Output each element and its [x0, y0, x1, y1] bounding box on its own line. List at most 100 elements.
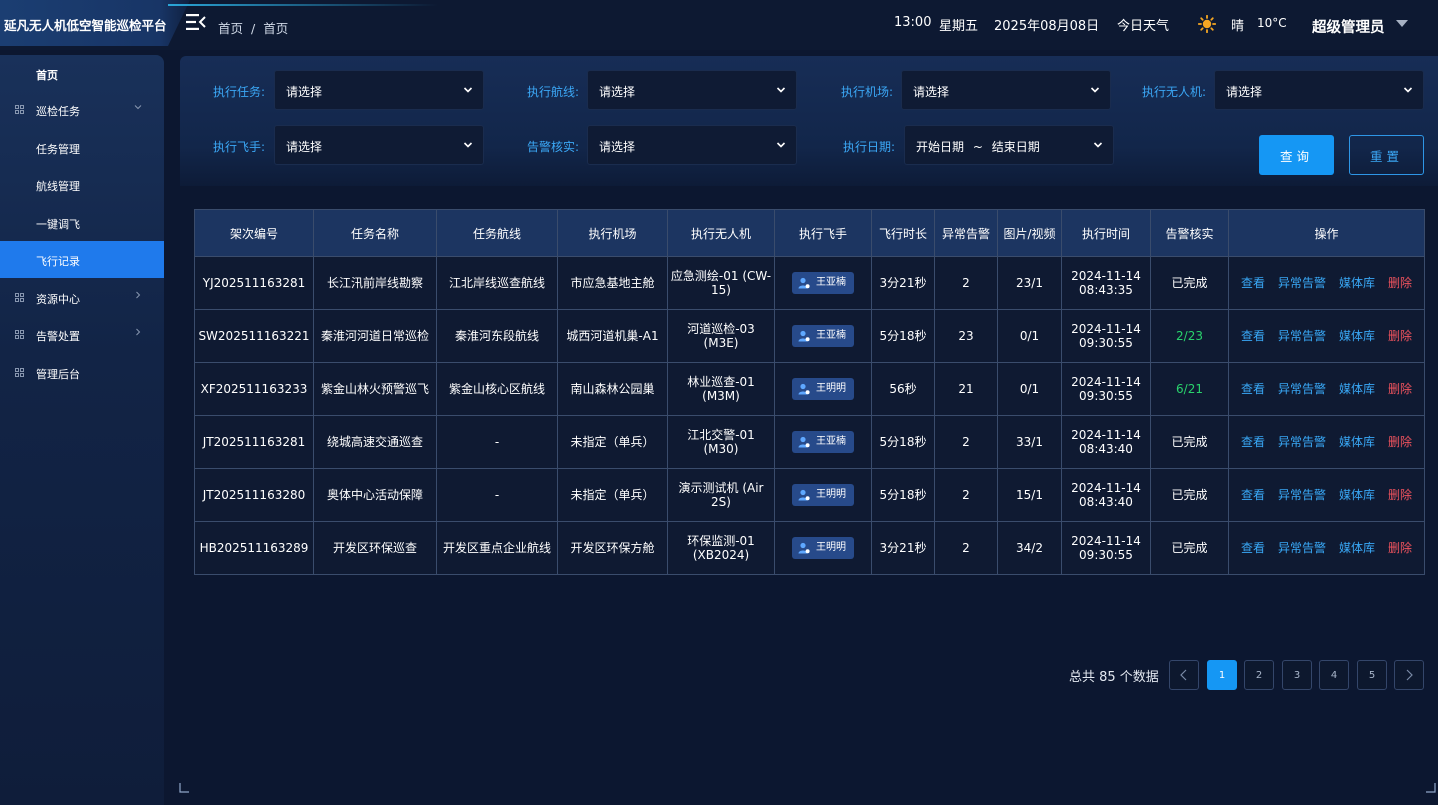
exec-clock: 09:30:55	[1079, 336, 1133, 350]
cell-alarms: 2	[934, 468, 998, 522]
exec-clock: 09:30:55	[1079, 389, 1133, 403]
alarm-link[interactable]: 异常告警	[1278, 329, 1326, 343]
page-button-3[interactable]: 3	[1282, 660, 1312, 690]
table-row[interactable]: YJ202511163281 长江汛前岸线勘察 江北岸线巡查航线 市应急基地主舱 应急测…	[194, 256, 1425, 310]
alarm-link[interactable]: 异常告警	[1278, 435, 1326, 449]
prev-page-button[interactable]	[1169, 660, 1199, 690]
delete-link[interactable]: 删除	[1388, 541, 1412, 555]
cell-verify: 6/21	[1150, 362, 1229, 416]
date: 2025年08月08日	[994, 19, 1100, 34]
sidebar-item-resource-center[interactable]: 资源中心	[0, 279, 164, 316]
chevron-down-icon	[1090, 87, 1100, 93]
table-row[interactable]: XF202511163233 紫金山林火预警巡飞 紫金山核心区航线 南山森林公园巢 林业…	[194, 362, 1425, 416]
reset-button[interactable]: 重置	[1349, 135, 1424, 175]
cell-media: 15/1	[997, 468, 1062, 522]
view-link[interactable]: 查看	[1241, 435, 1265, 449]
delete-link[interactable]: 删除	[1388, 488, 1412, 502]
delete-link[interactable]: 删除	[1388, 329, 1412, 343]
cell-duration: 5分18秒	[871, 309, 935, 363]
view-link[interactable]: 查看	[1241, 488, 1265, 502]
sidebar-item-home[interactable]: 首页	[0, 55, 164, 92]
sidebar-item-route-management[interactable]: 航线管理	[0, 166, 164, 203]
sidebar-item-flight-records[interactable]: 飞行记录	[0, 241, 164, 278]
delete-link[interactable]: 删除	[1388, 276, 1412, 290]
table-row[interactable]: JT202511163280 奥体中心活动保障 - 未指定（单兵） 演示测试机 (Air…	[194, 468, 1425, 522]
filter-drone-label: 执行无人机:	[1142, 85, 1207, 99]
column-header: 飞行时长	[871, 209, 935, 257]
page-button-4[interactable]: 4	[1319, 660, 1349, 690]
view-link[interactable]: 查看	[1241, 329, 1265, 343]
pilot-name: 王明明	[816, 489, 846, 500]
sidebar-item-admin-backend[interactable]: 管理后台	[0, 354, 164, 391]
cell-id: SW202511163221	[194, 309, 314, 363]
cell-alarms: 2	[934, 256, 998, 310]
table-row[interactable]: HB202511163289 开发区环保巡查 开发区重点企业航线 开发区环保方舱 环保监…	[194, 521, 1425, 575]
sidebar-item-label: 资源中心	[36, 293, 80, 306]
page-button-2[interactable]: 2	[1244, 660, 1274, 690]
clock-time: 13:00	[894, 15, 932, 30]
cell-drone: 河道巡检-03 (M3E)	[667, 309, 775, 363]
filter-airport-label: 执行机场:	[841, 85, 894, 99]
pilot-name: 王亚楠	[816, 330, 846, 341]
sidebar-item-alarm-handling[interactable]: 告警处置	[0, 316, 164, 353]
alarm-link[interactable]: 异常告警	[1278, 382, 1326, 396]
table-row[interactable]: SW202511163221 秦淮河河道日常巡检 秦淮河东段航线 城西河道机巢-A1 河…	[194, 309, 1425, 363]
chevron-right-icon	[1406, 669, 1413, 681]
filter-alarm-verify-select[interactable]: 请选择	[587, 125, 797, 165]
sidebar-item-task-management[interactable]: 任务管理	[0, 129, 164, 166]
page-button-1[interactable]: 1	[1207, 660, 1237, 690]
cell-verify: 已完成	[1150, 415, 1229, 469]
page-button-5[interactable]: 5	[1357, 660, 1387, 690]
cell-airport: 市应急基地主舱	[557, 256, 668, 310]
view-link[interactable]: 查看	[1241, 276, 1265, 290]
breadcrumb-current: 首页	[263, 21, 289, 36]
sidebar-item-inspection-tasks[interactable]: 巡检任务	[0, 91, 164, 128]
user-name[interactable]: 超级管理员	[1312, 16, 1385, 37]
column-header: 操作	[1228, 209, 1425, 257]
chevron-down-icon	[134, 105, 142, 110]
flight-records-table: 架次编号 任务名称 任务航线 执行机场 执行无人机 执行飞手 飞行时长 异常告警 图片/视频 执行…	[194, 209, 1425, 575]
pilot-badge: 王明明	[792, 537, 854, 559]
filter-date-range[interactable]: 开始日期 ~ 结束日期	[904, 125, 1114, 165]
cell-operations: 查看 异常告警 媒体库 删除	[1228, 415, 1425, 469]
media-library-link[interactable]: 媒体库	[1339, 276, 1375, 290]
filter-pilot-select[interactable]: 请选择	[274, 125, 484, 165]
cell-airport: 开发区环保方舱	[557, 521, 668, 575]
cell-route: -	[436, 468, 558, 522]
filter-task-select[interactable]: 请选择	[274, 70, 484, 110]
sidebar-item-one-click-dispatch[interactable]: 一键调飞	[0, 204, 164, 241]
media-library-link[interactable]: 媒体库	[1339, 435, 1375, 449]
view-link[interactable]: 查看	[1241, 541, 1265, 555]
chevron-down-icon	[776, 87, 786, 93]
cell-route: 江北岸线巡查航线	[436, 256, 558, 310]
delete-link[interactable]: 删除	[1388, 435, 1412, 449]
view-link[interactable]: 查看	[1241, 382, 1265, 396]
sidebar-item-label: 一键调飞	[36, 218, 80, 231]
date-end[interactable]: 结束日期	[992, 140, 1040, 154]
cell-id: HB202511163289	[194, 521, 314, 575]
media-library-link[interactable]: 媒体库	[1339, 382, 1375, 396]
menu-collapse-icon[interactable]	[186, 13, 206, 31]
delete-link[interactable]: 删除	[1388, 382, 1412, 396]
alarm-link[interactable]: 异常告警	[1278, 541, 1326, 555]
user-icon	[798, 277, 810, 289]
media-library-link[interactable]: 媒体库	[1339, 329, 1375, 343]
table-row[interactable]: JT202511163281 绕城高速交通巡查 - 未指定（单兵） 江北交警-01 (M…	[194, 415, 1425, 469]
caret-down-icon[interactable]	[1396, 20, 1408, 27]
filter-drone-select[interactable]: 请选择	[1214, 70, 1424, 110]
next-page-button[interactable]	[1394, 660, 1424, 690]
filter-route-label: 执行航线:	[527, 85, 580, 99]
media-library-link[interactable]: 媒体库	[1339, 541, 1375, 555]
cell-task: 开发区环保巡查	[313, 521, 437, 575]
date-start[interactable]: 开始日期	[916, 140, 964, 154]
filter-airport-select[interactable]: 请选择	[901, 70, 1111, 110]
cell-verify: 已完成	[1150, 256, 1229, 310]
breadcrumb-home[interactable]: 首页	[218, 21, 243, 36]
query-button[interactable]: 查询	[1259, 135, 1334, 175]
filter-route-select[interactable]: 请选择	[587, 70, 797, 110]
exec-clock: 08:43:35	[1079, 283, 1133, 297]
alarm-link[interactable]: 异常告警	[1278, 276, 1326, 290]
media-library-link[interactable]: 媒体库	[1339, 488, 1375, 502]
filter-date-label: 执行日期:	[843, 140, 896, 154]
alarm-link[interactable]: 异常告警	[1278, 488, 1326, 502]
